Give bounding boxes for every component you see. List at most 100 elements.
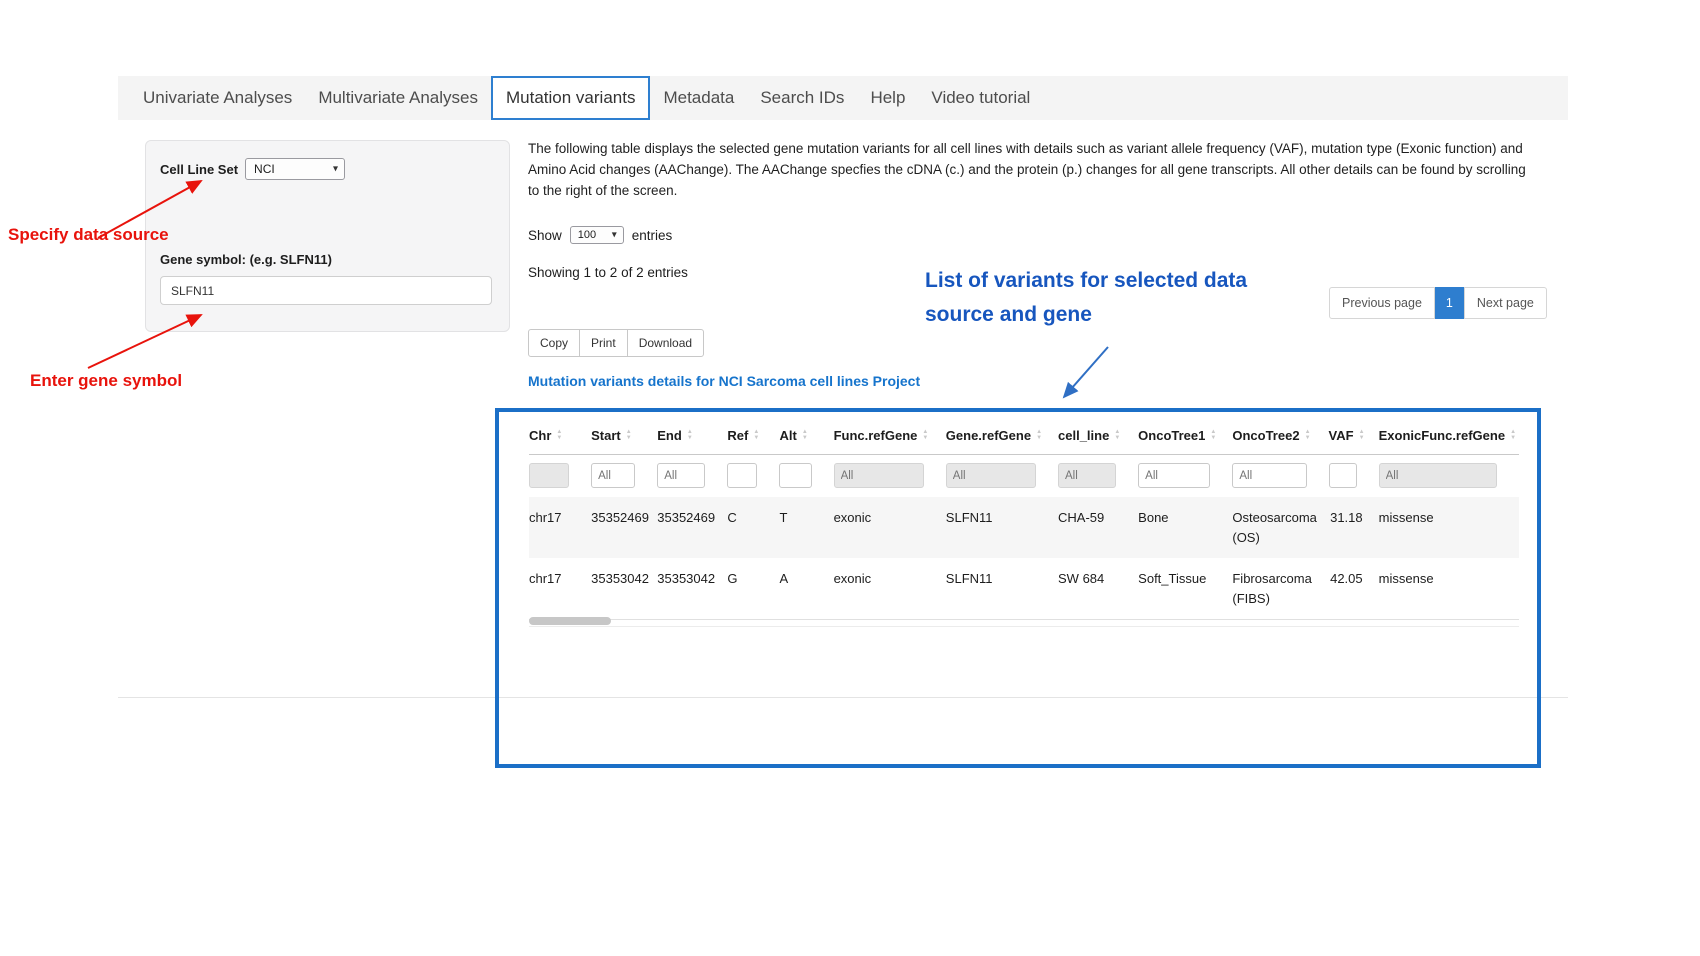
sort-icon xyxy=(626,430,632,441)
annotation-variants-note: List of variants for selected data sourc… xyxy=(925,264,1247,332)
filter-chr[interactable] xyxy=(529,463,569,488)
filter-gene-refgene[interactable] xyxy=(946,463,1036,488)
tab-help[interactable]: Help xyxy=(857,76,918,120)
filter-cell-line[interactable] xyxy=(1058,463,1116,488)
export-buttons: Copy Print Download xyxy=(528,329,703,357)
column-header-gene-refgene[interactable]: Gene.refGene xyxy=(946,419,1058,455)
cell-ref: G xyxy=(727,558,779,620)
column-label-end: End xyxy=(657,428,682,443)
cell-oncotree2: Osteosarcoma (OS) xyxy=(1232,497,1328,558)
horizontal-scrollbar-track[interactable] xyxy=(529,614,1519,627)
download-button[interactable]: Download xyxy=(627,329,704,357)
column-header-oncotree1[interactable]: OncoTree1 xyxy=(1138,419,1232,455)
table-filter-row xyxy=(529,455,1519,498)
filter-cell-func-refgene xyxy=(834,455,946,498)
cell-chr: chr17 xyxy=(529,558,591,620)
filter-exonicfunc-refgene[interactable] xyxy=(1379,463,1497,488)
previous-page-button[interactable]: Previous page xyxy=(1329,287,1435,319)
cell-func-refgene: exonic xyxy=(834,558,946,620)
sort-icon xyxy=(753,430,759,441)
tab-search-ids[interactable]: Search IDs xyxy=(747,76,857,120)
tab-multivariate-analyses[interactable]: Multivariate Analyses xyxy=(305,76,491,120)
sort-icon xyxy=(802,430,808,441)
filter-cell-exonicfunc-refgene xyxy=(1379,455,1519,498)
sort-icon xyxy=(1359,430,1365,441)
cell-cell-line: SW 684 xyxy=(1058,558,1138,620)
column-header-chr[interactable]: Chr xyxy=(529,419,591,455)
column-header-oncotree2[interactable]: OncoTree2 xyxy=(1232,419,1328,455)
column-header-func-refgene[interactable]: Func.refGene xyxy=(834,419,946,455)
cell-exonicfunc-refgene: missense xyxy=(1379,497,1519,558)
tab-univariate-analyses[interactable]: Univariate Analyses xyxy=(130,76,305,120)
cell-start: 35352469 xyxy=(591,497,657,558)
page: Univariate Analyses Multivariate Analyse… xyxy=(0,0,1700,956)
page-length-select-wrap: 100 xyxy=(570,226,624,244)
page-length-select[interactable]: 100 xyxy=(570,226,624,244)
copy-button[interactable]: Copy xyxy=(528,329,580,357)
filter-vaf[interactable] xyxy=(1329,463,1357,488)
cell-line-set-select-wrap: NCI xyxy=(245,158,345,180)
cell-cell-line: CHA-59 xyxy=(1058,497,1138,558)
cell-end: 35353042 xyxy=(657,558,727,620)
tab-metadata[interactable]: Metadata xyxy=(650,76,747,120)
column-header-vaf[interactable]: VAF xyxy=(1329,419,1379,455)
column-header-end[interactable]: End xyxy=(657,419,727,455)
next-page-button[interactable]: Next page xyxy=(1464,287,1547,319)
sort-icon xyxy=(1036,430,1042,441)
table-info-text: Showing 1 to 2 of 2 entries xyxy=(528,265,688,280)
horizontal-scrollbar-thumb[interactable] xyxy=(529,617,611,625)
sort-icon xyxy=(1114,430,1120,441)
column-header-cell-line[interactable]: cell_line xyxy=(1058,419,1138,455)
tab-mutation-variants[interactable]: Mutation variants xyxy=(491,76,650,120)
cell-vaf: 31.18 xyxy=(1329,497,1379,558)
section-divider xyxy=(118,697,1568,698)
sort-icon xyxy=(1305,430,1311,441)
column-label-func-refgene: Func.refGene xyxy=(834,428,918,443)
table-description: The following table displays the selecte… xyxy=(528,139,1530,202)
tab-video-tutorial[interactable]: Video tutorial xyxy=(918,76,1043,120)
column-header-start[interactable]: Start xyxy=(591,419,657,455)
filter-cell-oncotree1 xyxy=(1138,455,1232,498)
filter-func-refgene[interactable] xyxy=(834,463,924,488)
cell-end: 35352469 xyxy=(657,497,727,558)
column-label-exonicfunc-refgene: ExonicFunc.refGene xyxy=(1379,428,1505,443)
sort-icon xyxy=(687,430,693,441)
control-panel: Cell Line Set NCI Gene symbol: (e.g. SLF… xyxy=(145,140,510,332)
gene-symbol-input[interactable] xyxy=(160,276,492,305)
page-number-button[interactable]: 1 xyxy=(1435,287,1464,319)
cell-line-set-select[interactable]: NCI xyxy=(245,158,345,180)
annotation-enter-gene-symbol: Enter gene symbol xyxy=(30,371,182,391)
sort-icon xyxy=(1210,430,1216,441)
table-header-row: Chr Start End Ref Alt Func.refGene Gene.… xyxy=(529,419,1519,455)
filter-oncotree1[interactable] xyxy=(1138,463,1210,488)
column-label-ref: Ref xyxy=(727,428,748,443)
annotation-variants-note-line2: source and gene xyxy=(925,298,1247,332)
filter-cell-ref xyxy=(727,455,779,498)
column-label-vaf: VAF xyxy=(1329,428,1354,443)
filter-alt[interactable] xyxy=(779,463,811,488)
cell-gene-refgene: SLFN11 xyxy=(946,497,1058,558)
filter-end[interactable] xyxy=(657,463,705,488)
column-header-ref[interactable]: Ref xyxy=(727,419,779,455)
sort-icon xyxy=(922,430,928,441)
filter-cell-chr xyxy=(529,455,591,498)
filter-ref[interactable] xyxy=(727,463,757,488)
print-button[interactable]: Print xyxy=(579,329,628,357)
filter-cell-end xyxy=(657,455,727,498)
variants-table: Chr Start End Ref Alt Func.refGene Gene.… xyxy=(529,419,1521,620)
sort-icon xyxy=(556,430,562,441)
column-label-chr: Chr xyxy=(529,428,551,443)
cell-oncotree1: Soft_Tissue xyxy=(1138,558,1232,620)
column-header-alt[interactable]: Alt xyxy=(779,419,833,455)
show-entries-control: Show 100 entries xyxy=(528,226,672,244)
table-row: chr17 35353042 35353042 G A exonic SLFN1… xyxy=(529,558,1519,620)
column-label-cell-line: cell_line xyxy=(1058,428,1109,443)
table-caption-link[interactable]: Mutation variants details for NCI Sarcom… xyxy=(528,373,920,389)
filter-oncotree2[interactable] xyxy=(1232,463,1306,488)
column-label-start: Start xyxy=(591,428,621,443)
filter-cell-gene-refgene xyxy=(946,455,1058,498)
gene-symbol-label: Gene symbol: (e.g. SLFN11) xyxy=(160,252,495,267)
table-row: chr17 35352469 35352469 C T exonic SLFN1… xyxy=(529,497,1519,558)
filter-start[interactable] xyxy=(591,463,635,488)
column-header-exonicfunc-refgene[interactable]: ExonicFunc.refGene xyxy=(1379,419,1519,455)
